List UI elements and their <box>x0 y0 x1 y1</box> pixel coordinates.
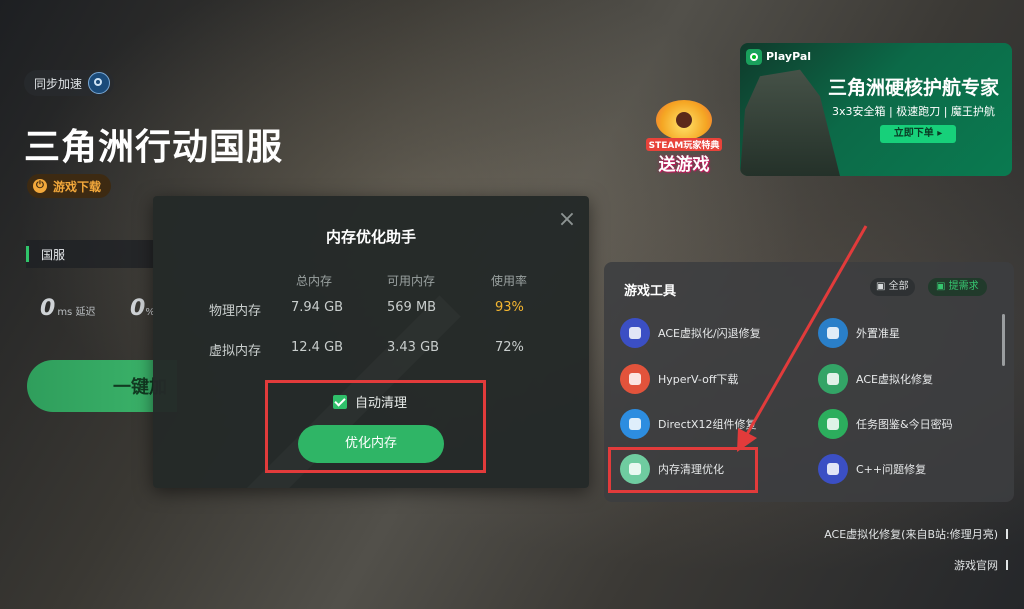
banner-brand: PlayPal <box>766 50 812 63</box>
all-label: 全部 <box>888 281 909 292</box>
sync-accelerate-toggle[interactable]: 同步加速 <box>24 70 115 96</box>
tool-label: DirectX12组件修复 <box>658 418 757 431</box>
highlight-annotation-box <box>265 380 486 473</box>
tool-label: ACE虚拟化修复 <box>856 373 933 386</box>
game-download-button[interactable]: ⏻ 游戏下载 <box>27 174 112 198</box>
banner-subline: 3x3安全箱 | 极速跑刀 | 魔王护航 <box>832 105 995 118</box>
tool-hyperv-off[interactable]: HyperV-off下载 <box>620 364 738 394</box>
highlight-annotation-box <box>608 447 758 493</box>
official-site-link[interactable]: 游戏官网 <box>954 557 1008 573</box>
tool-label: HyperV-off下载 <box>658 373 739 386</box>
column-header: 总内存 <box>296 274 333 288</box>
official-site-label: 游戏官网 <box>954 559 998 572</box>
ace-fix-link-label: ACE虚拟化修复(来自B站:修理月亮) <box>824 528 998 541</box>
sync-label: 同步加速 <box>34 76 83 91</box>
physical-available: 569 MB <box>387 300 437 315</box>
hyperv-icon <box>620 364 650 394</box>
virtual-usage: 72% <box>495 340 524 355</box>
steam-promo-sticker[interactable]: STEAM玩家特典 送游戏 <box>646 100 722 175</box>
column-header: 可用内存 <box>387 274 436 288</box>
physical-usage: 93% <box>495 300 524 315</box>
wrench-icon <box>818 454 848 484</box>
tool-label: C++问题修复 <box>856 463 927 476</box>
tool-directx12-fix[interactable]: DirectX12组件修复 <box>620 409 756 439</box>
tools-title: 游戏工具 <box>624 284 677 299</box>
tools-scrollbar[interactable] <box>1002 314 1005 366</box>
banner-headline: 三角洲硬核护航专家 <box>828 77 1000 99</box>
tool-ace-virtualization-fix[interactable]: ACE虚拟化修复 <box>818 364 933 394</box>
tools-request-button[interactable]: ▣ 提需求 <box>928 278 987 296</box>
download-icon: ⏻ <box>33 179 47 193</box>
delta-icon <box>818 409 848 439</box>
close-icon[interactable]: × <box>557 209 577 231</box>
steam-icon <box>88 72 111 94</box>
region-indicator <box>26 246 29 262</box>
page-title: 三角洲行动国服 <box>24 127 284 168</box>
row-label: 物理内存 <box>209 304 262 319</box>
loss-value: 0 <box>130 296 146 321</box>
document-icon <box>818 364 848 394</box>
tools-all-button[interactable]: ▣ 全部 <box>870 278 915 296</box>
row-label: 虚拟内存 <box>209 344 262 359</box>
download-label: 游戏下载 <box>53 179 102 194</box>
playpal-logo-icon <box>746 49 762 65</box>
playpal-ad-banner[interactable]: PlayPal 三角洲硬核护航专家 3x3安全箱 | 极速跑刀 | 魔王护航 立… <box>740 43 1012 176</box>
crosshair-icon <box>818 318 848 348</box>
game-tools-panel: 游戏工具 ▣ 全部 ▣ 提需求 ACE虚拟化/闪退修复 外置准星 HyperV-… <box>604 262 1014 502</box>
tool-mission-codes[interactable]: 任务图鉴&今日密码 <box>818 409 953 439</box>
column-header: 使用率 <box>491 274 528 288</box>
memory-optimizer-dialog: 内存优化助手 × 总内存 可用内存 使用率 物理内存 7.94 GB 569 M… <box>153 196 589 488</box>
virtual-total: 12.4 GB <box>291 340 344 355</box>
packet-loss-readout: 0% <box>130 296 155 321</box>
tool-label: 外置准星 <box>856 327 900 340</box>
sticker-line2: 送游戏 <box>658 155 710 175</box>
wrench-icon <box>620 318 650 348</box>
request-label: 提需求 <box>948 281 979 292</box>
link-divider <box>1006 560 1008 570</box>
ace-fix-link[interactable]: ACE虚拟化修复(来自B站:修理月亮) <box>824 526 1008 542</box>
physical-total: 7.94 GB <box>291 300 344 315</box>
tool-label: ACE虚拟化/闪退修复 <box>658 327 761 340</box>
server-region-selector[interactable]: 国服 <box>26 240 154 268</box>
latency-unit: ms 延迟 <box>57 307 96 318</box>
latency-readout: 0 ms 延迟 <box>40 296 95 321</box>
directx-icon <box>620 409 650 439</box>
tool-external-crosshair[interactable]: 外置准星 <box>818 318 900 348</box>
region-label: 国服 <box>41 247 66 262</box>
virtual-available: 3.43 GB <box>387 340 440 355</box>
sticker-mascot-icon <box>656 100 712 140</box>
latency-value: 0 <box>40 296 56 321</box>
banner-order-button[interactable]: 立即下单 ▸ <box>880 125 956 143</box>
dialog-title: 内存优化助手 <box>325 228 416 246</box>
tool-cpp-fix[interactable]: C++问题修复 <box>818 454 926 484</box>
tool-ace-flashback-fix[interactable]: ACE虚拟化/闪退修复 <box>620 318 761 348</box>
link-divider <box>1006 529 1008 539</box>
tool-label: 任务图鉴&今日密码 <box>856 418 953 431</box>
